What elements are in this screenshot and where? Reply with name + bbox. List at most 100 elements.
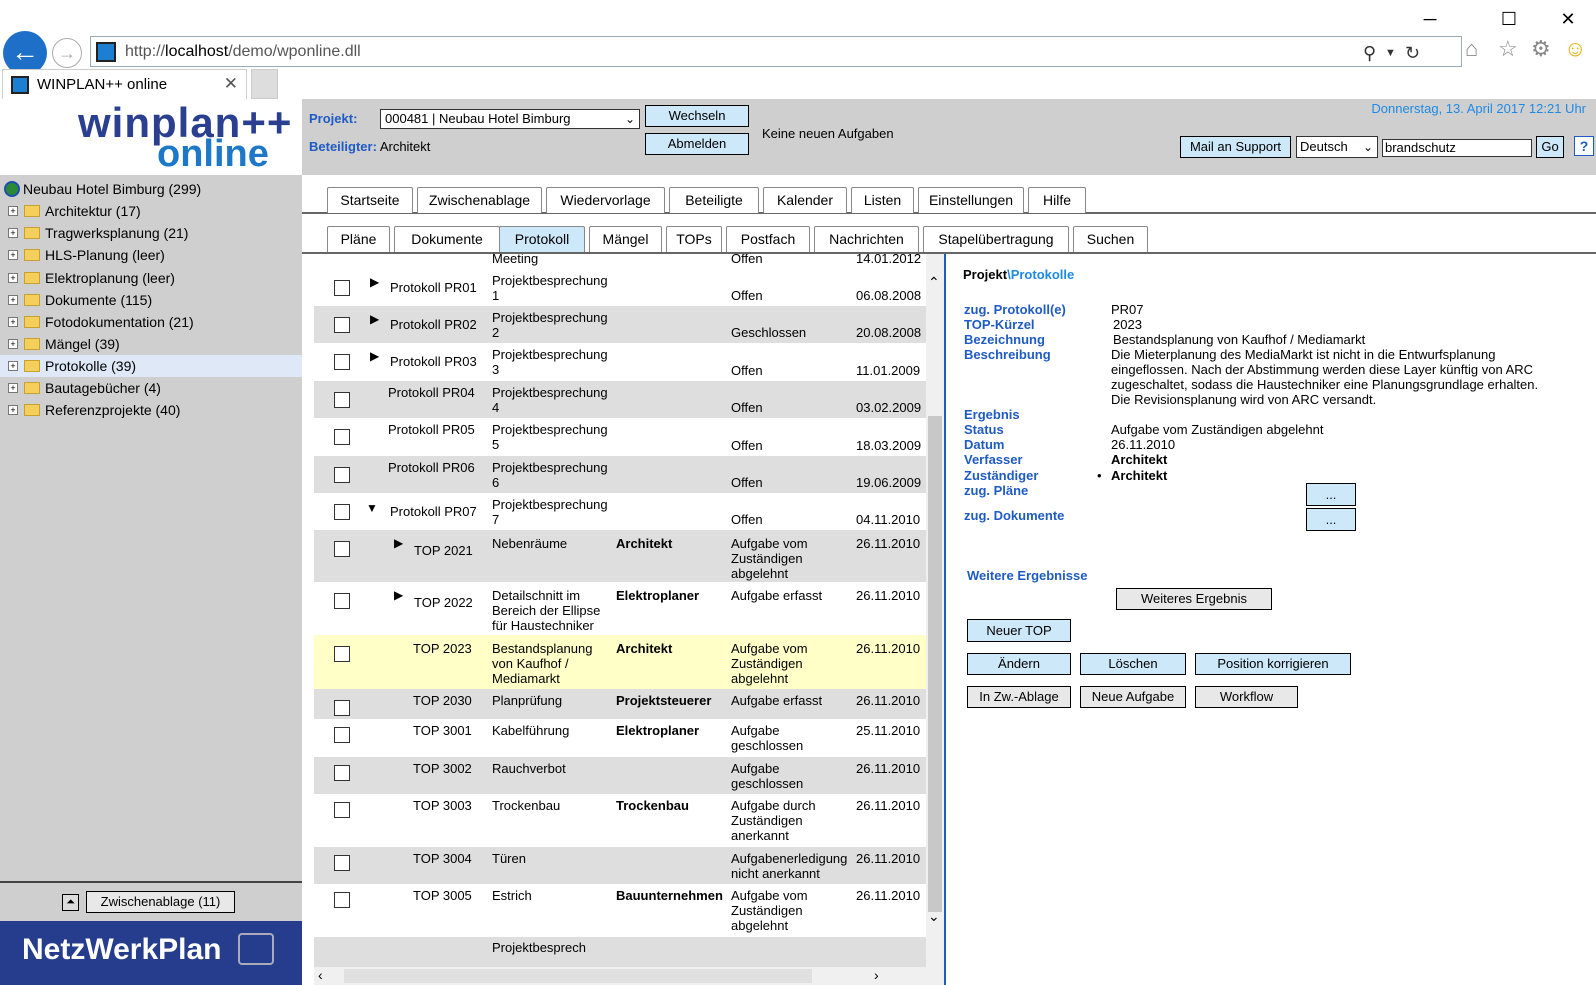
refresh-icon[interactable]: ↻ [1405,43,1420,64]
tree-item-referenzprojekte[interactable]: + Referenzprojekte (40) [0,399,302,421]
home-icon[interactable]: ⌂ [1465,36,1478,62]
help-icon[interactable]: ? [1574,136,1594,156]
tree-item-maengel[interactable]: + Mängel (39) [0,333,302,355]
workflow-button[interactable]: Workflow [1195,686,1298,708]
new-tab-button[interactable] [251,69,278,99]
row-checkbox[interactable] [334,727,350,743]
collapse-up-icon[interactable]: ⏶ [62,894,79,911]
to-clipboard-button[interactable]: In Zw.-Ablage [967,686,1071,708]
tree-item-hls-planung[interactable]: + HLS-Planung (leer) [0,244,302,266]
row-checkbox[interactable] [334,541,350,557]
list-item[interactable]: ▶ Protokoll PR01 Projektbesprechung 1 Of… [314,269,926,306]
expand-icon[interactable]: + [8,295,18,305]
tree-item-dokumente[interactable]: + Dokumente (115) [0,289,302,311]
list-item[interactable]: ▶ TOP 2021 Nebenräume Architekt Aufgabe … [314,530,926,582]
smiley-feedback-icon[interactable]: ☺ [1564,36,1586,62]
scroll-right-icon[interactable]: › [874,967,879,983]
row-checkbox[interactable] [334,429,350,445]
list-item[interactable]: ▶ Protokoll PR03 Projektbesprechung 3 Of… [314,343,926,381]
tab-hilfe[interactable]: Hilfe [1028,187,1086,213]
list-item[interactable]: ▼ Protokoll PR07 Projektbesprechung 7 Of… [314,493,926,530]
clipboard-button[interactable]: Zwischenablage (11) [86,891,235,913]
expand-triangle-icon[interactable]: ▶ [370,312,379,326]
row-checkbox[interactable] [334,317,350,333]
expand-triangle-icon[interactable]: ▶ [394,536,403,550]
list-item[interactable]: TOP 2030 Planprüfung Projektsteuerer Auf… [314,689,926,719]
tab-tops[interactable]: TOPs [666,226,722,252]
row-checkbox[interactable] [334,280,350,296]
tree-item-bautagebuecher[interactable]: + Bautagebücher (4) [0,377,302,399]
row-checkbox[interactable] [334,392,350,408]
tab-close-icon[interactable]: ✕ [224,74,238,94]
horizontal-scrollbar[interactable]: ‹ › [314,967,926,985]
expand-icon[interactable]: + [8,361,18,371]
list-item[interactable]: Projektbesprech [314,937,926,967]
fix-position-button[interactable]: Position korrigieren [1195,653,1351,675]
tab-zwischenablage[interactable]: Zwischenablage [417,187,542,213]
list-item[interactable]: TOP 3003 Trockenbau Trockenbau Aufgabe d… [314,794,926,847]
list-item-selected[interactable]: TOP 2023 Bestandsplanung von Kaufhof / M… [314,635,926,689]
minimize-icon[interactable]: ─ [1410,6,1450,32]
tab-startseite[interactable]: Startseite [327,187,413,213]
tab-plaene[interactable]: Pläne [327,226,390,252]
tree-item-tragwerksplanung[interactable]: + Tragwerksplanung (21) [0,222,302,244]
search-input[interactable]: brandschutz [1382,139,1532,157]
list-item[interactable]: TOP 3004 Türen Aufgabenerledigung nicht … [314,847,926,884]
list-item[interactable]: ▶ TOP 2022 Detailschnitt im Bereich der … [314,582,926,635]
change-button[interactable]: Ändern [967,653,1071,675]
row-checkbox[interactable] [334,646,350,662]
delete-button[interactable]: Löschen [1080,653,1186,675]
tree-item-elektroplanung[interactable]: + Elektroplanung (leer) [0,267,302,289]
list-item[interactable]: TOP 3001 Kabelführung Elektroplaner Aufg… [314,719,926,757]
project-select[interactable]: 000481 | Neubau Hotel Bimburg ⌄ [380,109,640,129]
expand-icon[interactable]: + [8,317,18,327]
switch-button[interactable]: Wechseln [645,105,749,127]
scroll-left-icon[interactable]: ‹ [318,967,323,983]
tab-einstellungen[interactable]: Einstellungen [918,187,1024,213]
forward-button[interactable]: → [52,38,82,68]
scroll-down-icon[interactable]: ⌄ [928,908,940,925]
plans-select-button[interactable]: ... [1306,483,1356,506]
row-checkbox[interactable] [334,700,350,716]
tab-suchen[interactable]: Suchen [1073,226,1148,252]
language-select[interactable]: Deutsch ⌄ [1296,136,1378,158]
row-checkbox[interactable] [334,765,350,781]
new-task-button[interactable]: Neue Aufgabe [1080,686,1186,708]
expand-icon[interactable]: + [8,339,18,349]
list-item[interactable]: ▶ Protokoll PR02 Projektbesprechung 2 Ge… [314,306,926,343]
list-item[interactable]: TOP 3002 Rauchverbot Aufgabe geschlossen… [314,757,926,794]
close-window-icon[interactable]: ✕ [1548,6,1588,32]
list-item[interactable]: Protokoll PR05 Projektbesprechung 5 Offe… [314,418,926,456]
tab-protokoll[interactable]: Protokoll [499,226,585,252]
expand-triangle-icon[interactable]: ▶ [394,588,403,602]
go-button[interactable]: Go [1536,136,1564,158]
expand-icon[interactable]: + [8,206,18,216]
tab-listen[interactable]: Listen [851,187,914,213]
tab-stapeluebertragung[interactable]: Stapelübertragung [923,226,1069,252]
expand-icon[interactable]: + [8,405,18,415]
tree-item-protokolle[interactable]: + Protokolle (39) [0,355,302,377]
more-result-button[interactable]: Weiteres Ergebnis [1116,588,1272,610]
expand-triangle-icon[interactable]: ▶ [370,349,379,363]
documents-select-button[interactable]: ... [1306,508,1356,531]
expand-icon[interactable]: + [8,228,18,238]
row-checkbox[interactable] [334,354,350,370]
row-checkbox[interactable] [334,855,350,871]
list-item[interactable]: TOP 3005 Estrich Bauunternehmen Aufgabe … [314,884,926,937]
tab-postfach[interactable]: Postfach [726,226,810,252]
search-icon[interactable]: ⚲ [1363,43,1376,64]
maximize-icon[interactable]: ☐ [1489,6,1529,32]
tab-beteiligte[interactable]: Beteiligte [669,187,759,213]
browser-tab[interactable]: WINPLAN++ online ✕ [2,69,247,99]
row-checkbox[interactable] [334,892,350,908]
row-checkbox[interactable] [334,467,350,483]
expand-icon[interactable]: + [8,250,18,260]
favorites-star-icon[interactable]: ☆ [1498,36,1518,62]
vertical-scrollbar[interactable]: ⌃ ⌄ [926,254,944,985]
tab-dokumente[interactable]: Dokumente [394,226,500,252]
list-item[interactable]: Protokoll PR06 Projektbesprechung 6 Offe… [314,456,926,493]
list-item[interactable]: Meeting Offen 14.01.2012 [314,254,926,269]
tree-root[interactable]: Neubau Hotel Bimburg (299) [4,178,201,200]
collapse-triangle-icon[interactable]: ▼ [366,501,378,515]
tab-maengel[interactable]: Mängel [589,226,662,252]
